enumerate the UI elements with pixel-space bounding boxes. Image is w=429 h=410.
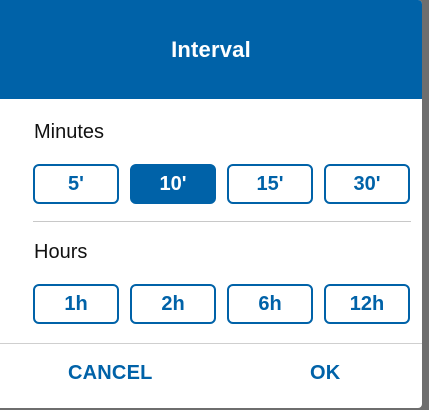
- section-divider: [33, 221, 411, 222]
- minutes-option-10[interactable]: 10': [130, 164, 216, 204]
- minutes-options: 5' 10' 15' 30': [33, 164, 411, 204]
- minutes-option-15[interactable]: 15': [227, 164, 313, 204]
- hours-option-6h[interactable]: 6h: [227, 284, 313, 324]
- dialog-header: Interval: [0, 0, 422, 99]
- minutes-option-5[interactable]: 5': [33, 164, 119, 204]
- hours-option-12h[interactable]: 12h: [324, 284, 410, 324]
- hours-option-2h[interactable]: 2h: [130, 284, 216, 324]
- minutes-label: Minutes: [34, 121, 105, 143]
- hours-options: 1h 2h 6h 12h: [33, 284, 411, 324]
- cancel-button[interactable]: CANCEL: [68, 362, 153, 385]
- ok-button[interactable]: OK: [310, 362, 340, 385]
- minutes-option-30[interactable]: 30': [324, 164, 410, 204]
- hours-label: Hours: [34, 241, 88, 263]
- dialog-title: Interval: [171, 36, 251, 62]
- actions-divider: [0, 343, 422, 344]
- interval-dialog: Interval Minutes 5' 10' 15' 30' Hours 1h…: [0, 0, 422, 408]
- hours-option-1h[interactable]: 1h: [33, 284, 119, 324]
